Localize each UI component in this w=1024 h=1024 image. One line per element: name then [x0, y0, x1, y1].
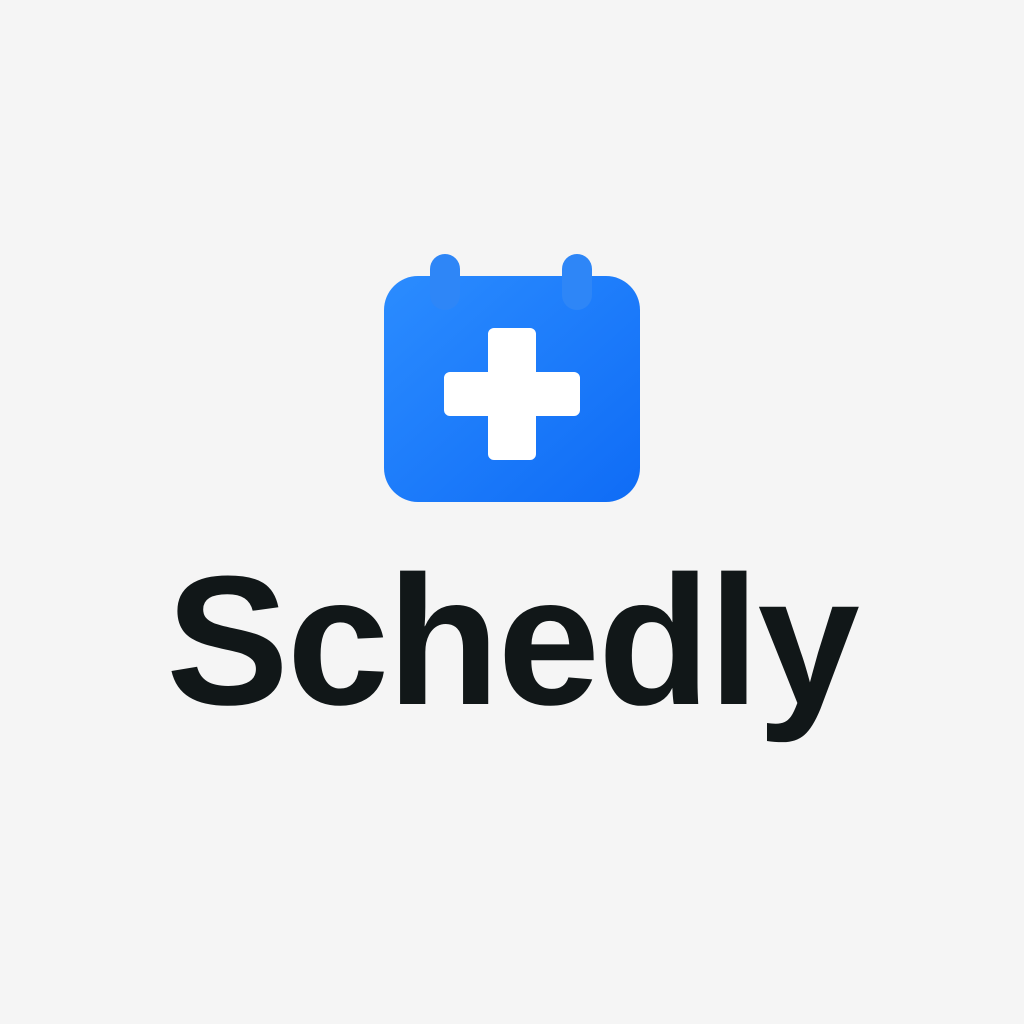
calendar-ring-left — [430, 254, 460, 310]
splash-screen: Schedly — [0, 0, 1024, 1024]
calendar-plus-icon — [384, 254, 640, 502]
calendar-ring-right — [562, 254, 592, 310]
brand-wordmark: Schedly — [166, 537, 860, 743]
